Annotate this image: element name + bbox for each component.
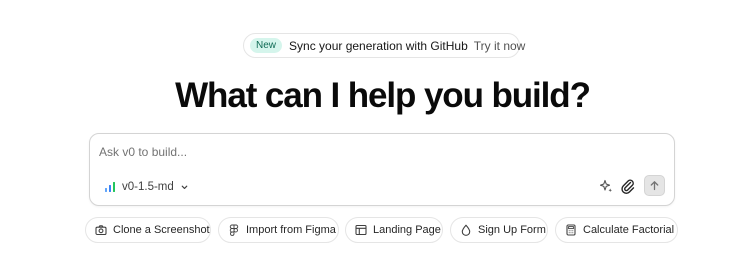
droplet-icon	[461, 224, 471, 236]
send-button[interactable]	[644, 175, 665, 196]
figma-icon	[229, 224, 239, 236]
chip-label: Landing Page	[373, 224, 441, 236]
announcement-pill[interactable]: New Sync your generation with GitHub Try…	[243, 33, 525, 58]
arrow-up-icon	[650, 181, 659, 191]
chip-label: Clone a Screenshot	[113, 224, 210, 236]
sparkles-icon[interactable]	[598, 178, 614, 194]
model-label: v0-1.5-md	[122, 181, 174, 193]
model-selector[interactable]: v0-1.5-md	[104, 178, 189, 196]
chevron-down-icon	[181, 185, 188, 189]
prompt-box: v0-1.5-md	[89, 133, 675, 206]
chip-label: Sign Up Form	[478, 224, 546, 236]
chip-label: Import from Figma	[246, 224, 336, 236]
chip-clone-screenshot[interactable]: Clone a Screenshot	[85, 217, 211, 243]
chip-landing-page[interactable]: Landing Page	[345, 217, 443, 243]
announcement-text: Sync your generation with GitHub	[289, 38, 468, 53]
calculator-icon	[566, 224, 576, 236]
chip-calculate-factorial[interactable]: Calculate Factorial	[555, 217, 678, 243]
chip-sign-up-form[interactable]: Sign Up Form	[450, 217, 548, 243]
page-headline: What can I help you build?	[175, 76, 591, 115]
paperclip-icon[interactable]	[620, 178, 636, 194]
camera-icon	[95, 225, 107, 236]
chip-label: Calculate Factorial	[583, 224, 675, 236]
signal-bars-icon	[105, 182, 115, 192]
suggestion-chips: Clone a Screenshot Import from Figma Lan…	[0, 217, 750, 243]
new-badge: New	[250, 38, 283, 53]
chip-import-figma[interactable]: Import from Figma	[218, 217, 339, 243]
layout-icon	[355, 224, 367, 236]
announcement-cta[interactable]: Try it now	[474, 39, 526, 53]
prompt-input[interactable]	[99, 142, 659, 162]
